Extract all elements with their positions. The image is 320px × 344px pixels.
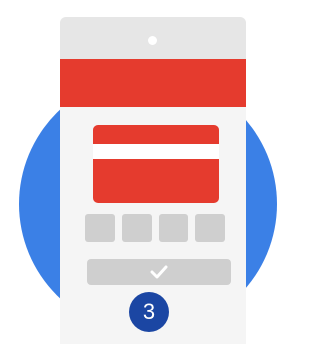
card-stripe [93, 144, 219, 159]
pin-box [121, 214, 152, 242]
pin-box [85, 214, 115, 242]
payment-step-illustration: 3 [0, 0, 290, 344]
camera-dot-icon [148, 36, 157, 45]
phone-top-bezel [60, 17, 246, 59]
app-header-bar [60, 59, 246, 107]
pin-box [158, 214, 189, 242]
confirm-button [87, 259, 231, 285]
checkmark-icon [150, 265, 168, 279]
pin-entry-row [85, 214, 225, 242]
credit-card [93, 125, 219, 203]
pin-box [195, 214, 225, 242]
step-number-badge: 3 [129, 292, 169, 332]
